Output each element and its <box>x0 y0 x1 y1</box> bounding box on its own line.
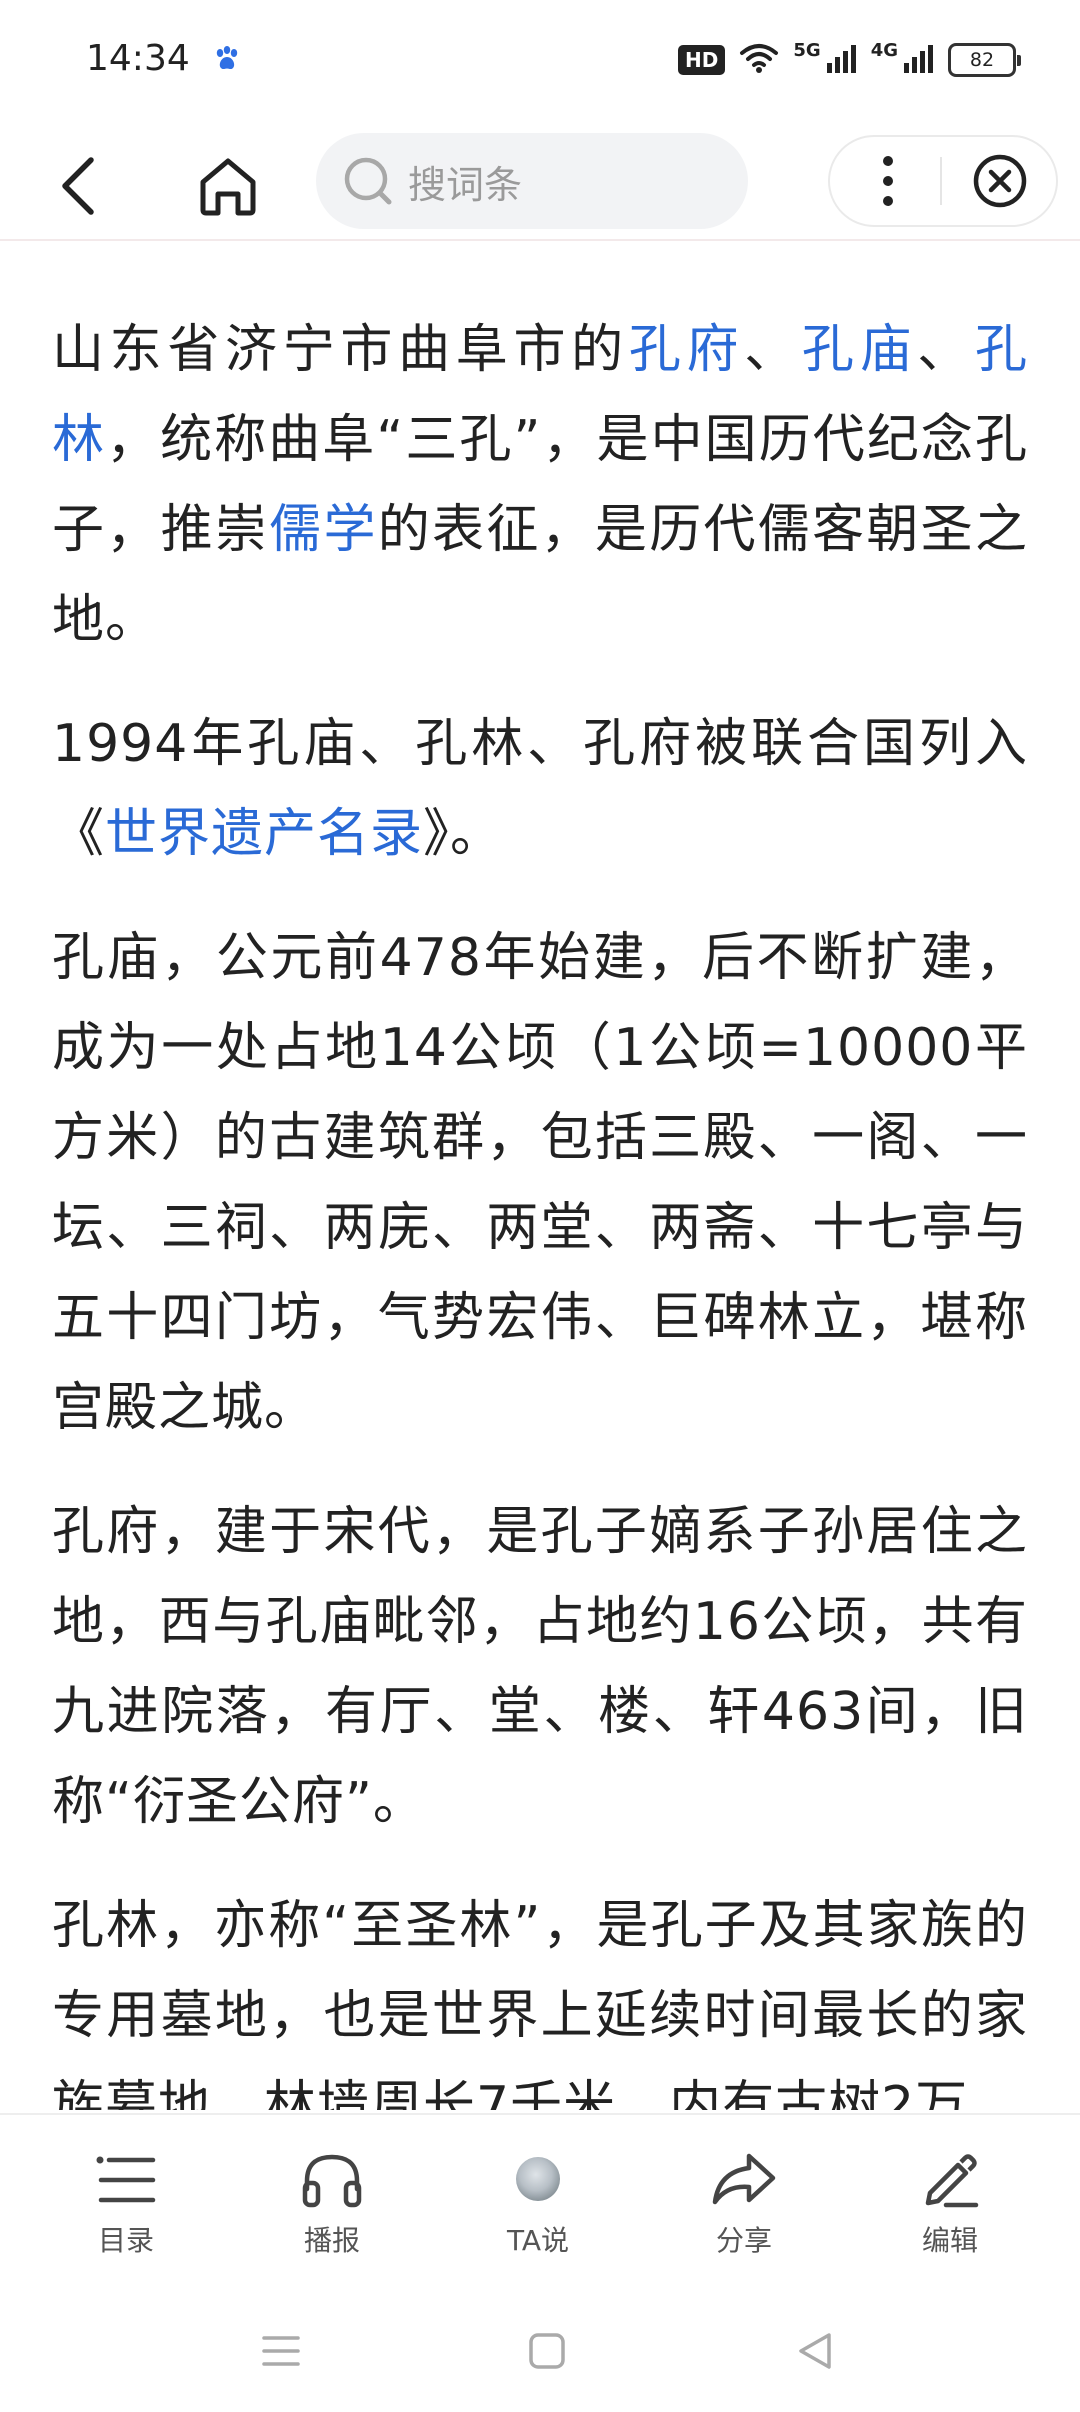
status-icons: HD 5G 4G 82 <box>678 39 1021 80</box>
menu-icon <box>262 2336 300 2366</box>
more-icon <box>883 156 893 206</box>
back-triangle-icon <box>799 2333 831 2369</box>
search-placeholder: 搜词条 <box>408 162 523 207</box>
article-text: 山东省济宁市曲阜市的 <box>52 320 629 380</box>
article-text: 、 <box>744 320 802 380</box>
miniapp-capsule <box>828 135 1058 227</box>
paragraph-cemetery: 孔林，亦称“至圣林”，是孔子及其家族的专用墓地，也是世界上延续时间最长的家族墓地… <box>52 1896 1028 2110</box>
network-5g-label: 5G <box>793 39 821 61</box>
close-icon <box>973 154 1027 208</box>
nav-broadcast-label: 播报 <box>303 2224 360 2257</box>
close-button[interactable] <box>968 149 1032 213</box>
article-content: 山东省济宁市曲阜市的孔府、孔庙、孔林，统称曲阜“三孔”，是中国历代纪念孔子，推崇… <box>52 240 1028 2110</box>
nav-ta[interactable]: TA说 <box>435 2115 641 2290</box>
share-icon <box>709 2147 779 2213</box>
square-icon <box>529 2333 565 2369</box>
signal-icon <box>904 43 934 77</box>
nav-share-label: 分享 <box>715 2224 772 2257</box>
article-link[interactable]: 孔府 <box>629 320 744 380</box>
article-link[interactable]: 孔庙 <box>802 320 917 380</box>
nav-edit-label: 编辑 <box>921 2224 978 2257</box>
system-home-button[interactable] <box>522 2326 572 2376</box>
capsule-divider <box>940 157 942 205</box>
system-back-button[interactable] <box>790 2326 840 2376</box>
more-button[interactable] <box>858 149 918 213</box>
system-nav-bar <box>0 2290 1080 2412</box>
baidu-paw-icon <box>212 44 242 74</box>
nav-broadcast[interactable]: 播报 <box>229 2115 435 2290</box>
back-button[interactable] <box>44 151 114 221</box>
paragraph-temple: 孔庙，公元前478年始建，后不断扩建，成为一处占地14公顷（1公顷=10000平… <box>52 928 1028 1438</box>
nav-toc[interactable]: 目录 <box>23 2115 229 2290</box>
back-icon <box>62 157 94 215</box>
paragraph-intro: 山东省济宁市曲阜市的孔府、孔庙、孔林，统称曲阜“三孔”，是中国历代纪念孔子，推崇… <box>52 240 1028 665</box>
pencil-icon <box>915 2147 985 2213</box>
search-input[interactable]: 搜词条 <box>316 133 748 229</box>
home-button[interactable] <box>190 151 266 221</box>
nav-ta-label: TA说 <box>506 2224 570 2257</box>
home-icon <box>200 158 256 216</box>
status-bar: 14:34 HD 5G 4G 82 <box>0 0 1080 125</box>
article-text: 》。 <box>423 804 504 864</box>
article-link[interactable]: 儒学 <box>269 500 378 560</box>
headphones-icon <box>297 2147 367 2213</box>
paragraph-mansion: 孔府，建于宋代，是孔子嫡系子孙居住之地，西与孔庙毗邻，占地约16公顷，共有九进院… <box>52 1502 1028 1832</box>
article-text: 、 <box>917 320 975 380</box>
avatar <box>516 2157 560 2201</box>
nav-toc-label: 目录 <box>97 2224 154 2257</box>
battery-indicator: 82 <box>948 43 1021 77</box>
search-icon <box>342 155 394 207</box>
nav-edit[interactable]: 编辑 <box>847 2115 1053 2290</box>
hd-badge: HD <box>678 45 726 75</box>
paragraph-world-heritage: 1994年孔庙、孔林、孔府被联合国列入《世界遗产名录》。 <box>52 699 1028 879</box>
article-link[interactable]: 世界遗产名录 <box>105 804 423 864</box>
status-time: 14:34 <box>86 38 190 79</box>
menu-button[interactable] <box>256 2326 306 2376</box>
wifi-icon <box>739 42 779 78</box>
signal-icon <box>826 43 857 77</box>
top-toolbar: 搜词条 <box>0 125 1080 241</box>
bottom-nav: 目录 播报 TA说 分享 编辑 <box>0 2113 1080 2290</box>
list-icon <box>91 2147 161 2213</box>
network-4g-label: 4G <box>870 39 898 61</box>
nav-share[interactable]: 分享 <box>641 2115 847 2290</box>
